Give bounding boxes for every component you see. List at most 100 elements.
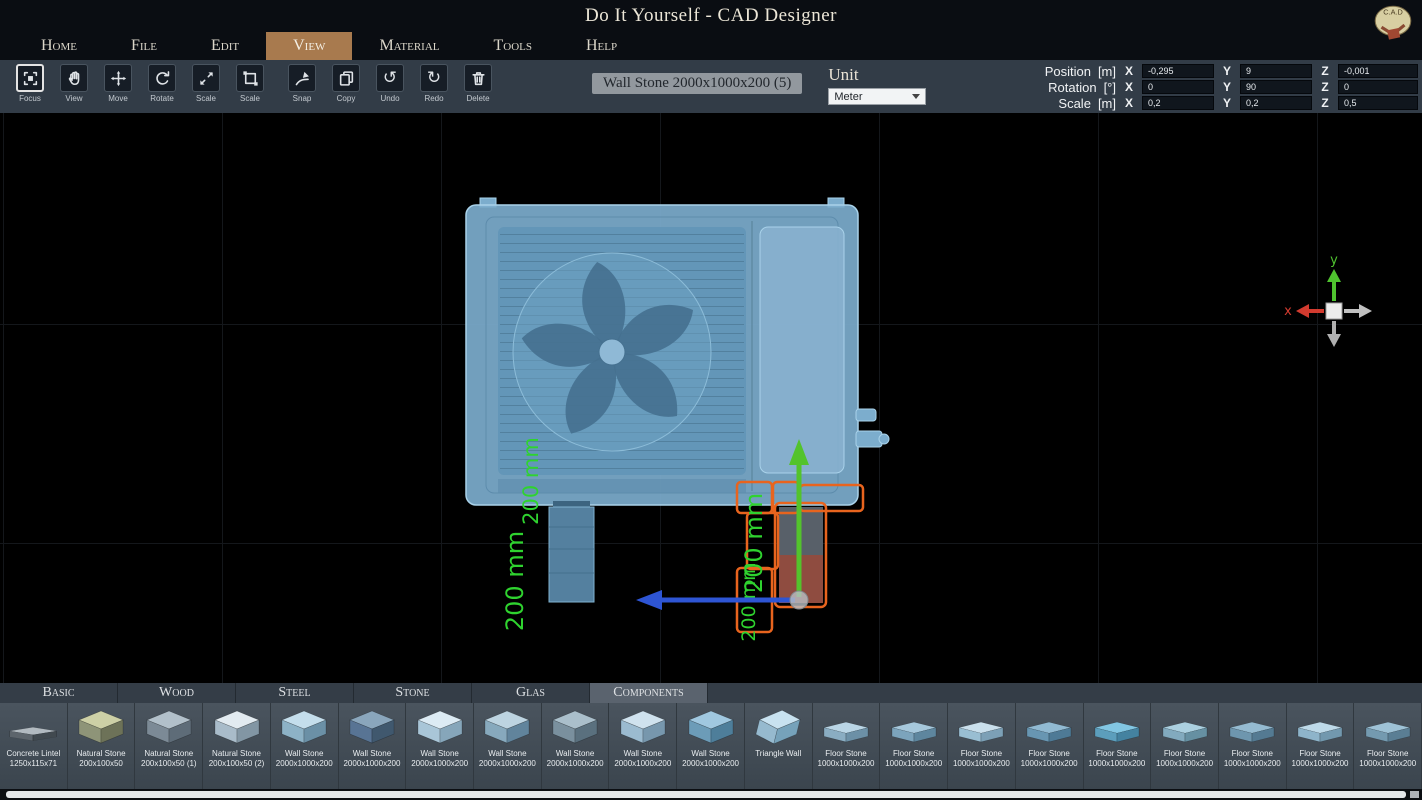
redo-button[interactable]: ↻ Redo xyxy=(412,64,456,103)
palette-item-dims: 2000x1000x200 xyxy=(276,759,333,769)
menu-material[interactable]: Material xyxy=(352,32,466,60)
palette-item[interactable]: Wall Stone 2000x1000x200 xyxy=(406,703,474,789)
palette-item[interactable]: Natural Stone 200x100x50 xyxy=(68,703,136,789)
material-thumbnail-icon xyxy=(952,705,1010,749)
logo-text: C.A.D xyxy=(1383,8,1402,17)
palette-item[interactable]: Floor Stone 1000x1000x200 xyxy=(948,703,1016,789)
material-thumbnail-icon xyxy=(208,705,266,749)
unit-select[interactable]: Meter xyxy=(828,88,926,105)
support-pillar-left[interactable] xyxy=(549,501,594,602)
material-thumbnail-icon xyxy=(1020,705,1078,749)
copy-icon xyxy=(338,70,355,87)
material-thumbnail-icon xyxy=(1223,705,1281,749)
horizontal-scrollbar[interactable] xyxy=(0,789,1422,800)
palette-item-dims: 1000x1000x200 xyxy=(953,759,1010,769)
focus-button[interactable]: Focus xyxy=(8,64,52,103)
tab-steel[interactable]: Steel xyxy=(236,683,354,703)
palette-item-name: Wall Stone xyxy=(420,749,458,759)
axis-y-label: Y xyxy=(1221,64,1233,78)
material-thumbnail-icon xyxy=(72,705,130,749)
palette-item-name: Concrete Lintel xyxy=(6,749,60,759)
tab-components[interactable]: Components xyxy=(590,683,708,703)
viewport[interactable]: 200 mm 200 mm 200 mm 200 mm y x xyxy=(0,113,1422,683)
axis-x-label: X xyxy=(1123,80,1135,94)
palette-item-dims: 1000x1000x200 xyxy=(1224,759,1281,769)
scale-box-button[interactable]: Scale xyxy=(228,64,272,103)
snap-icon xyxy=(294,70,311,87)
palette-item-name: Wall Stone xyxy=(624,749,662,759)
material-thumbnail-icon xyxy=(749,705,807,749)
palette-item[interactable]: Concrete Lintel 1250x115x71 xyxy=(0,703,68,789)
material-thumbnail-icon xyxy=(411,705,469,749)
palette-item-name: Wall Stone xyxy=(488,749,526,759)
transform-panel: Position [m] X Y Z Rotation [°] X Y xyxy=(1010,64,1418,110)
redo-icon: ↻ xyxy=(427,70,441,87)
palette-item-dims: 1000x1000x200 xyxy=(1359,759,1416,769)
material-thumbnail-icon xyxy=(614,705,672,749)
orientation-gizmo[interactable]: y x xyxy=(1284,253,1372,347)
axis-z-label: Z xyxy=(1319,96,1331,110)
palette-item[interactable]: Floor Stone 1000x1000x200 xyxy=(1151,703,1219,789)
menu-file[interactable]: File xyxy=(104,32,184,60)
menu-help[interactable]: Help xyxy=(559,32,644,60)
palette-item-name: Floor Stone xyxy=(1164,749,1205,759)
menu-tools[interactable]: Tools xyxy=(467,32,560,60)
palette-item[interactable]: Wall Stone 2000x1000x200 xyxy=(339,703,407,789)
palette-item-name: Floor Stone xyxy=(1096,749,1137,759)
palette-item[interactable]: Floor Stone 1000x1000x200 xyxy=(1354,703,1422,789)
palette-item[interactable]: Triangle Wall xyxy=(745,703,813,789)
view-pan-button[interactable]: View xyxy=(52,64,96,103)
palette-item[interactable]: Wall Stone 2000x1000x200 xyxy=(542,703,610,789)
tab-wood[interactable]: Wood xyxy=(118,683,236,703)
transform-row-unit: [m] xyxy=(1098,64,1116,79)
tab-stone[interactable]: Stone xyxy=(354,683,472,703)
fan-hub xyxy=(599,339,625,365)
copy-button[interactable]: Copy xyxy=(324,64,368,103)
menu-view[interactable]: View xyxy=(266,32,352,60)
rotate-button[interactable]: Rotate xyxy=(140,64,184,103)
move-button[interactable]: Move xyxy=(96,64,140,103)
scrollbar-thumb[interactable] xyxy=(6,791,1406,798)
palette-item-name: Triangle Wall xyxy=(755,749,801,759)
delete-button[interactable]: Delete xyxy=(456,64,500,103)
material-thumbnail-icon xyxy=(4,705,62,749)
transform-y-input[interactable] xyxy=(1240,80,1312,94)
menu-home[interactable]: Home xyxy=(14,32,104,60)
transform-y-input[interactable] xyxy=(1240,96,1312,110)
palette-item-dims: 2000x1000x200 xyxy=(479,759,536,769)
menu-edit[interactable]: Edit xyxy=(184,32,266,60)
palette-item[interactable]: Wall Stone 2000x1000x200 xyxy=(271,703,339,789)
palette-item[interactable]: Natural Stone 200x100x50 (1) xyxy=(135,703,203,789)
palette-item[interactable]: Wall Stone 2000x1000x200 xyxy=(677,703,745,789)
palette-item[interactable]: Natural Stone 200x100x50 (2) xyxy=(203,703,271,789)
palette-item-name: Floor Stone xyxy=(893,749,934,759)
transform-x-input[interactable] xyxy=(1142,96,1214,110)
transform-y-input[interactable] xyxy=(1240,64,1312,78)
palette-item[interactable]: Floor Stone 1000x1000x200 xyxy=(1219,703,1287,789)
transform-z-input[interactable] xyxy=(1338,80,1418,94)
gizmo-cube[interactable] xyxy=(1326,303,1342,319)
unit-label: Unit xyxy=(828,65,926,85)
palette-item-name: Floor Stone xyxy=(825,749,866,759)
palette-item[interactable]: Wall Stone 2000x1000x200 xyxy=(474,703,542,789)
undo-icon: ↺ xyxy=(383,70,397,87)
scale-button[interactable]: Scale xyxy=(184,64,228,103)
transform-x-input[interactable] xyxy=(1142,80,1214,94)
transform-z-input[interactable] xyxy=(1338,64,1418,78)
transform-x-input[interactable] xyxy=(1142,64,1214,78)
palette-item[interactable]: Wall Stone 2000x1000x200 xyxy=(609,703,677,789)
transform-z-input[interactable] xyxy=(1338,96,1418,110)
move-icon xyxy=(110,70,127,87)
undo-button[interactable]: ↺ Undo xyxy=(368,64,412,103)
transform-row-label: Scale xyxy=(1058,96,1091,111)
gizmo-origin[interactable] xyxy=(790,591,808,609)
tab-glas[interactable]: Glas xyxy=(472,683,590,703)
snap-button[interactable]: Snap xyxy=(280,64,324,103)
tab-basic[interactable]: Basic xyxy=(0,683,118,703)
palette-item[interactable]: Floor Stone 1000x1000x200 xyxy=(813,703,881,789)
palette-item[interactable]: Floor Stone 1000x1000x200 xyxy=(1084,703,1152,789)
palette-item[interactable]: Floor Stone 1000x1000x200 xyxy=(1287,703,1355,789)
palette-item[interactable]: Floor Stone 1000x1000x200 xyxy=(1016,703,1084,789)
scene-canvas[interactable]: 200 mm 200 mm 200 mm 200 mm y x xyxy=(0,113,1422,683)
palette-item[interactable]: Floor Stone 1000x1000x200 xyxy=(880,703,948,789)
